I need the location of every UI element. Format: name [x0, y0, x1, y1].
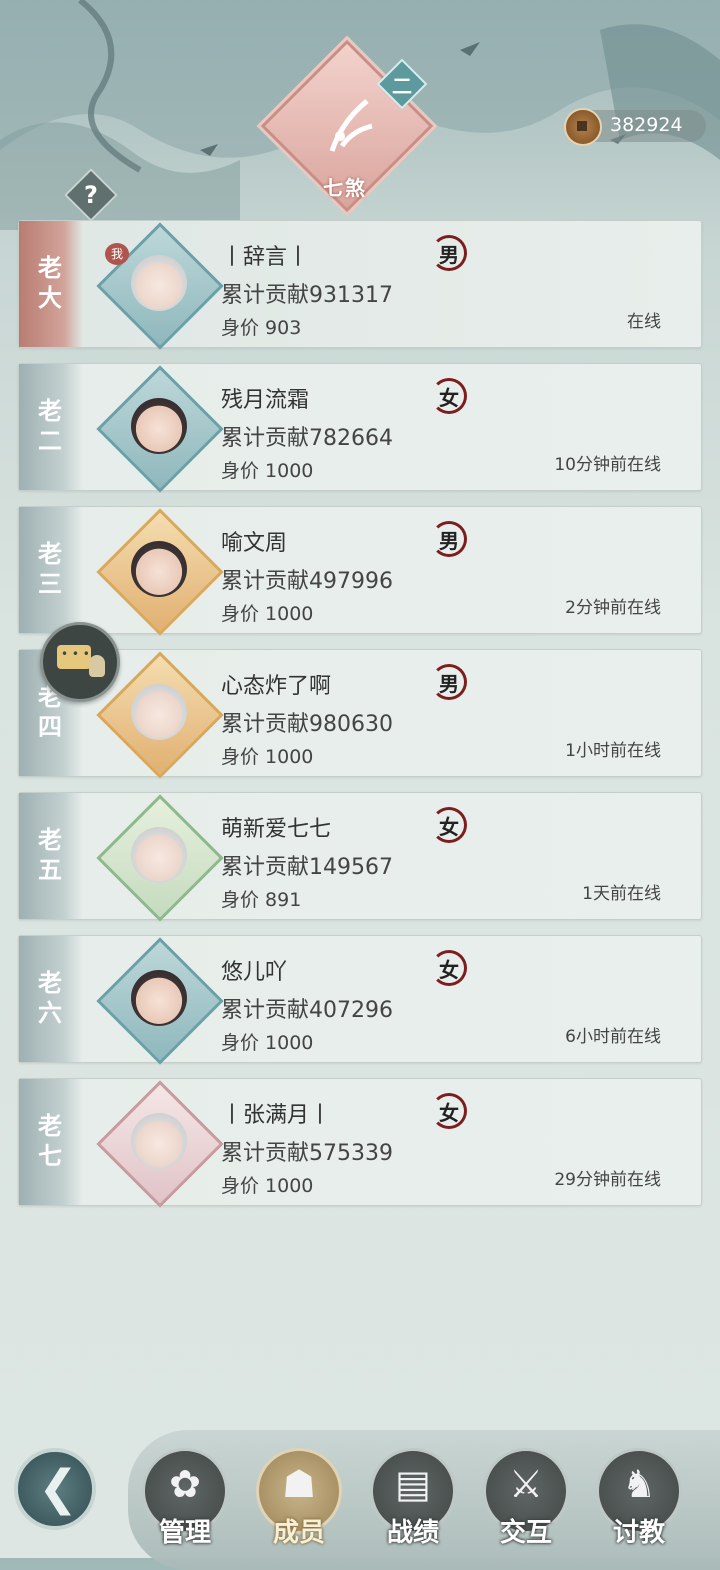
online-status: 29分钟前在线 [554, 1170, 661, 1190]
online-status: 1天前在线 [582, 884, 661, 904]
member-worth: 身价 1000 [221, 1032, 314, 1054]
chat-float-button[interactable] [40, 622, 120, 702]
chat-figure-icon [89, 655, 105, 677]
online-status: 2分钟前在线 [565, 598, 661, 618]
rank-label-bg: 老五 [19, 793, 83, 919]
rank-label: 老三 [38, 539, 62, 598]
guild-name: 七煞 [323, 176, 367, 200]
online-status: 在线 [627, 312, 661, 332]
member-worth: 身价 1000 [221, 460, 314, 482]
nav-label: 讨教 [612, 1518, 665, 1548]
guild-rank-text: 二 [392, 73, 412, 98]
member-contribution: 累计贡献407296 [221, 998, 393, 1023]
avatar[interactable] [131, 970, 187, 1026]
gender-badge: 女 [431, 950, 467, 986]
nav-label: 战绩 [386, 1518, 439, 1548]
member-name: 萌新爱七七 [221, 817, 332, 842]
member-name: 心态炸了啊 [221, 674, 332, 699]
nav-members[interactable]: ☗ 成员 [256, 1448, 342, 1548]
nav-duel[interactable]: ♞ 讨教 [596, 1448, 682, 1548]
member-contribution: 累计贡献497996 [221, 569, 393, 594]
member-card-2[interactable]: 老二 残月流霜 女 累计贡献782664 身价 1000 10分钟前在线 [18, 363, 702, 493]
copper-coin-icon [564, 108, 602, 146]
back-button[interactable]: ❮ [14, 1448, 96, 1530]
member-name: 丨张满月丨 [221, 1103, 332, 1128]
member-card-3[interactable]: 老三 喻文周 男 累计贡献497996 身价 1000 2分钟前在线 [18, 506, 702, 636]
me-tag: 我 [105, 243, 129, 265]
record-scroll-icon: ▤ [395, 1462, 431, 1506]
member-card-4[interactable]: 老四 心态炸了啊 男 累计贡献980630 身价 1000 1小时前在线 [18, 649, 702, 779]
nav-label: 成员 [272, 1518, 325, 1548]
gender-badge: 男 [431, 521, 467, 557]
avatar[interactable] [131, 255, 187, 311]
nav-interact[interactable]: ⚔ 交互 [483, 1448, 569, 1548]
member-contribution: 累计贡献782664 [221, 426, 393, 451]
rank-label: 老五 [38, 825, 62, 884]
back-arrow-icon: ❮ [38, 1460, 79, 1516]
member-worth: 身价 1000 [221, 603, 314, 625]
member-name: 丨辞言丨 [221, 245, 310, 270]
member-worth: 身价 1000 [221, 1175, 314, 1197]
gender-badge: 男 [431, 664, 467, 700]
online-status: 6小时前在线 [565, 1027, 661, 1047]
member-contribution: 累计贡献931317 [221, 283, 393, 308]
avatar[interactable] [131, 398, 187, 454]
member-card-1[interactable]: 老大 我 丨辞言丨 男 累计贡献931317 身价 903 在线 [18, 220, 702, 350]
gender-badge: 女 [431, 807, 467, 843]
member-name: 喻文周 [221, 531, 288, 556]
nav-manage[interactable]: ✿ 管理 [142, 1448, 228, 1548]
member-card-5[interactable]: 老五 萌新爱七七 女 累计贡献149567 身价 891 1天前在线 [18, 792, 702, 922]
currency-display: 382924 [564, 108, 706, 146]
rank-label-bg: 老六 [19, 936, 83, 1062]
members-icon: ☗ [281, 1462, 317, 1506]
avatar[interactable] [131, 541, 187, 597]
online-status: 1小时前在线 [565, 741, 661, 761]
member-name: 悠儿吖 [221, 960, 288, 985]
avatar[interactable] [131, 684, 187, 740]
question-icon: ? [84, 181, 98, 209]
member-list: 老大 我 丨辞言丨 男 累计贡献931317 身价 903 在线 老二 残月流霜… [18, 220, 702, 1221]
duel-icon: ♞ [621, 1462, 657, 1506]
online-status: 10分钟前在线 [554, 455, 661, 475]
gender-badge: 女 [431, 378, 467, 414]
member-name: 残月流霜 [221, 388, 310, 413]
nav-record[interactable]: ▤ 战绩 [370, 1448, 456, 1548]
rank-label-bg: 老三 [19, 507, 83, 633]
rank-label: 老二 [38, 396, 62, 455]
member-card-7[interactable]: 老七 丨张满月丨 女 累计贡献575339 身价 1000 29分钟前在线 [18, 1078, 702, 1208]
manage-icon: ✿ [169, 1462, 201, 1506]
member-contribution: 累计贡献575339 [221, 1141, 393, 1166]
currency-value: 382924 [610, 114, 683, 136]
member-contribution: 累计贡献980630 [221, 712, 393, 737]
nav-label: 交互 [499, 1518, 552, 1548]
member-worth: 身价 903 [221, 317, 302, 339]
gender-badge: 女 [431, 1093, 467, 1129]
chat-bubble-icon [57, 645, 91, 669]
avatar[interactable] [131, 827, 187, 883]
member-worth: 身价 891 [221, 889, 302, 911]
member-contribution: 累计贡献149567 [221, 855, 393, 880]
member-worth: 身价 1000 [221, 746, 314, 768]
interact-icon: ⚔ [508, 1462, 544, 1506]
rank-label: 老六 [38, 968, 62, 1027]
nav-label: 管理 [158, 1518, 211, 1548]
avatar[interactable] [131, 1113, 187, 1169]
rank-label: 老七 [38, 1111, 62, 1170]
rank-label-bg: 老大 [19, 221, 83, 347]
rank-label-bg: 老七 [19, 1079, 83, 1205]
sword-icon [329, 99, 373, 152]
rank-label: 老大 [38, 253, 62, 312]
gender-badge: 男 [431, 235, 467, 271]
rank-label-bg: 老二 [19, 364, 83, 490]
member-card-6[interactable]: 老六 悠儿吖 女 累计贡献407296 身价 1000 6小时前在线 [18, 935, 702, 1065]
